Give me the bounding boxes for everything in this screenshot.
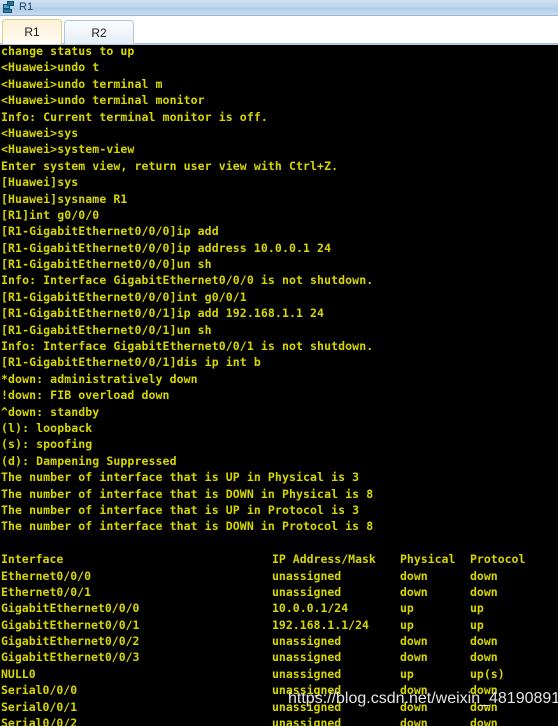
interface-cell: GigabitEthernet0/0/1 [1,617,140,632]
router-device-icon [3,1,16,14]
terminal-line: Info: Current terminal monitor is off. [1,109,268,124]
interface-cell: Interface [1,552,64,567]
protocol-cell: down [470,650,498,665]
interface-cell: Ethernet0/0/0 [1,568,92,583]
protocol-cell: down [470,584,498,599]
terminal-line: The number of interface that is DOWN in … [1,486,374,501]
terminal-line: <Huawei>sys [1,125,79,140]
terminal-line: The number of interface that is DOWN in … [1,519,374,534]
ip-cell: IP Address/Mask [272,552,376,567]
terminal-line: The number of interface that is UP in Pr… [1,502,360,517]
protocol-cell: Protocol [470,552,526,567]
protocol-cell: up [470,617,484,632]
terminal-line: [R1]int g0/0/0 [1,207,100,222]
table-row: GigabitEthernet0/0/1 192.168.1.1/24 up up [0,617,558,633]
interface-cell: Ethernet0/0/1 [1,584,92,599]
table-row: GigabitEthernet0/0/3 unassigned down down [0,649,558,665]
tab-r1-label: R1 [24,25,40,39]
terminal-line: Info: Interface GigabitEthernet0/0/0 is … [1,273,374,288]
terminal-line: <Huawei>undo terminal monitor [1,93,205,108]
terminal-line: (s): spoofing [1,437,93,452]
physical-cell: up [400,617,414,632]
table-row: NULL0 unassigned up up(s) [0,666,558,682]
table-row: Serial0/0/2 unassigned down down [0,715,558,726]
interface-cell: Serial0/0/1 [1,699,78,714]
interface-cell: GigabitEthernet0/0/2 [1,634,140,649]
interface-cell: GigabitEthernet0/0/3 [1,650,140,665]
table-header-row: Interface IP Address/Mask Physical Protocol [0,551,558,567]
table-row: Ethernet0/0/0 unassigned down down [0,568,558,584]
terminal-line: [R1-GigabitEthernet0/0/1]dis ip int b [1,355,261,370]
terminal-line: [R1-GigabitEthernet0/0/0]ip address 10.0… [1,240,332,255]
protocol-cell: down [470,716,498,726]
terminal-line: [Huawei]sys [1,175,79,190]
physical-cell: down [400,568,428,583]
interface-cell: NULL0 [1,666,36,681]
tab-r2-label: R2 [91,25,107,40]
terminal-line: [Huawei]sysname R1 [1,191,128,206]
physical-cell: down [400,584,428,599]
terminal-line: [R1-GigabitEthernet0/0/1]un sh [1,322,212,337]
terminal-line: (d): Dampening Suppressed [1,453,177,468]
terminal-line: [R1-GigabitEthernet0/0/0]ip add [1,224,219,239]
ensp-router-console-window: R1 R1 R2 change status to up <Huawei>undo… [0,0,558,726]
terminal-line-container: change status to up <Huawei>undo t <Huawei… [0,45,558,726]
terminal-line: Info: Interface GigabitEthernet0/0/1 is … [1,339,374,354]
terminal-line: *down: administratively down [1,371,198,386]
tab-r1[interactable]: R1 [2,19,62,44]
table-row: GigabitEthernet0/0/0 10.0.0.1/24 up up [0,600,558,616]
protocol-cell: down [470,634,498,649]
physical-cell: up [400,601,414,616]
watermark-text: https://blog.csdn.net/weixin_48190891 [288,690,558,707]
terminal-line: The number of interface that is UP in Ph… [1,470,360,485]
ip-cell: unassigned [272,568,342,583]
terminal-line: !down: FIB overload down [1,388,170,403]
ip-cell: unassigned [272,584,342,599]
ip-cell: unassigned [272,650,342,665]
terminal-line: ^down: standby [1,404,100,419]
ip-cell: 192.168.1.1/24 [272,617,369,632]
terminal-output-pane[interactable]: change status to up <Huawei>undo t <Huawei… [0,45,558,726]
terminal-line: Enter system view, return user view with… [1,158,339,173]
terminal-line: (l): loopback [1,420,93,435]
protocol-cell: down [470,568,498,583]
terminal-line: <Huawei>undo t [1,60,100,75]
interface-cell: GigabitEthernet0/0/0 [1,601,140,616]
physical-cell: down [400,634,428,649]
interface-cell: Serial0/0/2 [1,716,78,726]
ip-cell: 10.0.0.1/24 [272,601,349,616]
table-row: GigabitEthernet0/0/2 unassigned down down [0,633,558,649]
physical-cell: Physical [400,552,456,567]
physical-cell: down [400,650,428,665]
interface-cell: Serial0/0/0 [1,683,78,698]
physical-cell: down [400,716,428,726]
tab-r2[interactable]: R2 [64,20,134,44]
table-row: Ethernet0/0/1 unassigned down down [0,584,558,600]
protocol-cell: up(s) [470,666,505,681]
tab-bar: R1 R2 [0,16,558,45]
terminal-line: <Huawei>system-view [1,142,135,157]
window-title: R1 [19,1,34,13]
window-titlebar: R1 [0,0,558,16]
terminal-line: <Huawei>undo terminal m [1,76,163,91]
ip-cell: unassigned [272,716,342,726]
ip-cell: unassigned [272,634,342,649]
terminal-line: [R1-GigabitEthernet0/0/1]ip add 192.168.… [1,306,325,321]
terminal-line: [R1-GigabitEthernet0/0/0]un sh [1,257,212,272]
terminal-line: change status to up [1,45,135,58]
terminal-line: [R1-GigabitEthernet0/0/0]int g0/0/1 [1,289,247,304]
ip-cell: unassigned [272,666,342,681]
physical-cell: up [400,666,414,681]
protocol-cell: up [470,601,484,616]
